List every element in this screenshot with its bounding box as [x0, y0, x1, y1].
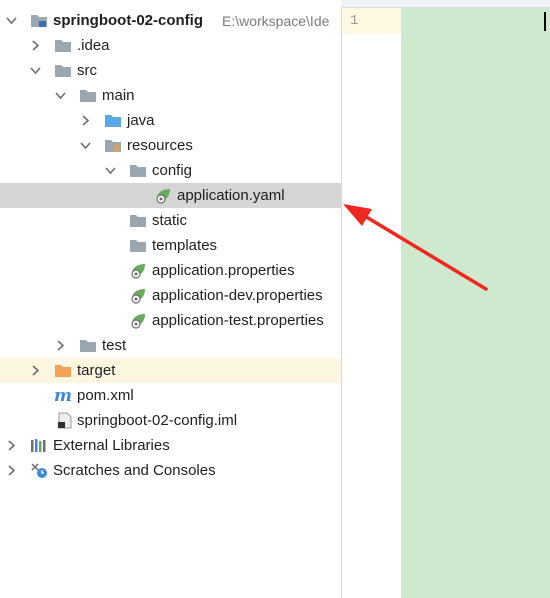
tree-item-label: java: [127, 112, 155, 129]
editor-text-area[interactable]: [401, 0, 550, 598]
tree-row-idea[interactable]: .idea: [0, 33, 341, 58]
tree-row-iml[interactable]: springboot-02-config.iml: [0, 408, 341, 433]
tree-item-label: springboot-02-config.iml: [77, 412, 238, 429]
chevron-right-icon[interactable]: [6, 465, 17, 476]
tree-item-label: application.properties: [152, 262, 295, 279]
tree-row-main[interactable]: main: [0, 83, 341, 108]
tree-row-src[interactable]: src: [0, 58, 341, 83]
chevron-right-icon[interactable]: [55, 340, 66, 351]
tree-row-application-test-properties[interactable]: application-test.properties: [0, 308, 341, 333]
tree-item-label: .idea: [77, 37, 110, 54]
spring-config-icon: [129, 312, 147, 329]
external-libraries-icon: [30, 437, 48, 454]
chevron-down-icon[interactable]: [80, 140, 91, 151]
tree-item-label: src: [77, 62, 97, 79]
tree-row-application-yaml[interactable]: application.yaml: [0, 183, 341, 208]
tree-item-label: test: [102, 337, 127, 354]
tree-row-application-properties[interactable]: application.properties: [0, 258, 341, 283]
root-project-path: E:\workspace\Ide: [222, 13, 330, 29]
tree-row-test[interactable]: test: [0, 333, 341, 358]
folder-icon: [79, 87, 97, 104]
iml-file-icon: [56, 412, 74, 429]
tree-row-config[interactable]: config: [0, 158, 341, 183]
tree-row-root[interactable]: springboot-02-config E:\workspace\Ide: [0, 8, 341, 33]
folder-icon: [129, 162, 147, 179]
editor-gutter: 1: [341, 0, 401, 598]
tree-row-pom-xml[interactable]: m pom.xml: [0, 383, 341, 408]
svg-text:m: m: [54, 387, 72, 404]
folder-icon: [54, 62, 72, 79]
module-folder-icon: [30, 12, 48, 29]
tree-item-label: main: [102, 87, 135, 104]
tree-item-label: config: [152, 162, 193, 179]
folder-icon: [79, 337, 97, 354]
spring-config-icon: [129, 262, 147, 279]
tree-row-resources[interactable]: resources: [0, 133, 341, 158]
folder-icon: [129, 212, 147, 229]
tree-row-scratches[interactable]: Scratches and Consoles: [0, 458, 341, 483]
maven-icon: m: [54, 387, 72, 404]
text-caret: [544, 12, 546, 31]
root-project-name: springboot-02-config: [53, 12, 203, 29]
tree-row-java[interactable]: java: [0, 108, 341, 133]
tree-item-label: application-dev.properties: [152, 287, 323, 304]
scratches-icon: [30, 462, 48, 479]
excluded-folder-icon: [54, 362, 72, 379]
chevron-right-icon[interactable]: [30, 40, 41, 51]
chevron-down-icon[interactable]: [55, 90, 66, 101]
folder-icon: [129, 237, 147, 254]
project-tree: springboot-02-config E:\workspace\Ide .i…: [0, 0, 341, 598]
tree-item-label: pom.xml: [77, 387, 134, 404]
line-number: 1: [350, 13, 359, 29]
chevron-right-icon[interactable]: [80, 115, 91, 126]
chevron-down-icon[interactable]: [30, 65, 41, 76]
tree-item-label: resources: [127, 137, 193, 154]
spring-config-icon: [154, 187, 172, 204]
tree-row-static[interactable]: static: [0, 208, 341, 233]
resources-folder-icon: [104, 137, 122, 154]
tree-item-label: Scratches and Consoles: [53, 462, 216, 479]
tree-item-label: static: [152, 212, 188, 229]
chevron-right-icon[interactable]: [6, 440, 17, 451]
tree-row-external-libraries[interactable]: External Libraries: [0, 433, 341, 458]
tree-item-label: templates: [152, 237, 218, 254]
tree-row-target[interactable]: target: [0, 358, 341, 383]
tree-item-label: application-test.properties: [152, 312, 324, 329]
chevron-down-icon[interactable]: [6, 15, 17, 26]
folder-icon: [54, 37, 72, 54]
tree-item-label: target: [77, 362, 116, 379]
tree-item-label: External Libraries: [53, 437, 170, 454]
tree-item-label: application.yaml: [177, 187, 285, 204]
tree-row-templates[interactable]: templates: [0, 233, 341, 258]
chevron-right-icon[interactable]: [30, 365, 41, 376]
tree-row-application-dev-properties[interactable]: application-dev.properties: [0, 283, 341, 308]
editor-tab-strip-edge: [341, 0, 550, 8]
source-folder-icon: [104, 112, 122, 129]
spring-config-icon: [129, 287, 147, 304]
chevron-down-icon[interactable]: [105, 165, 116, 176]
